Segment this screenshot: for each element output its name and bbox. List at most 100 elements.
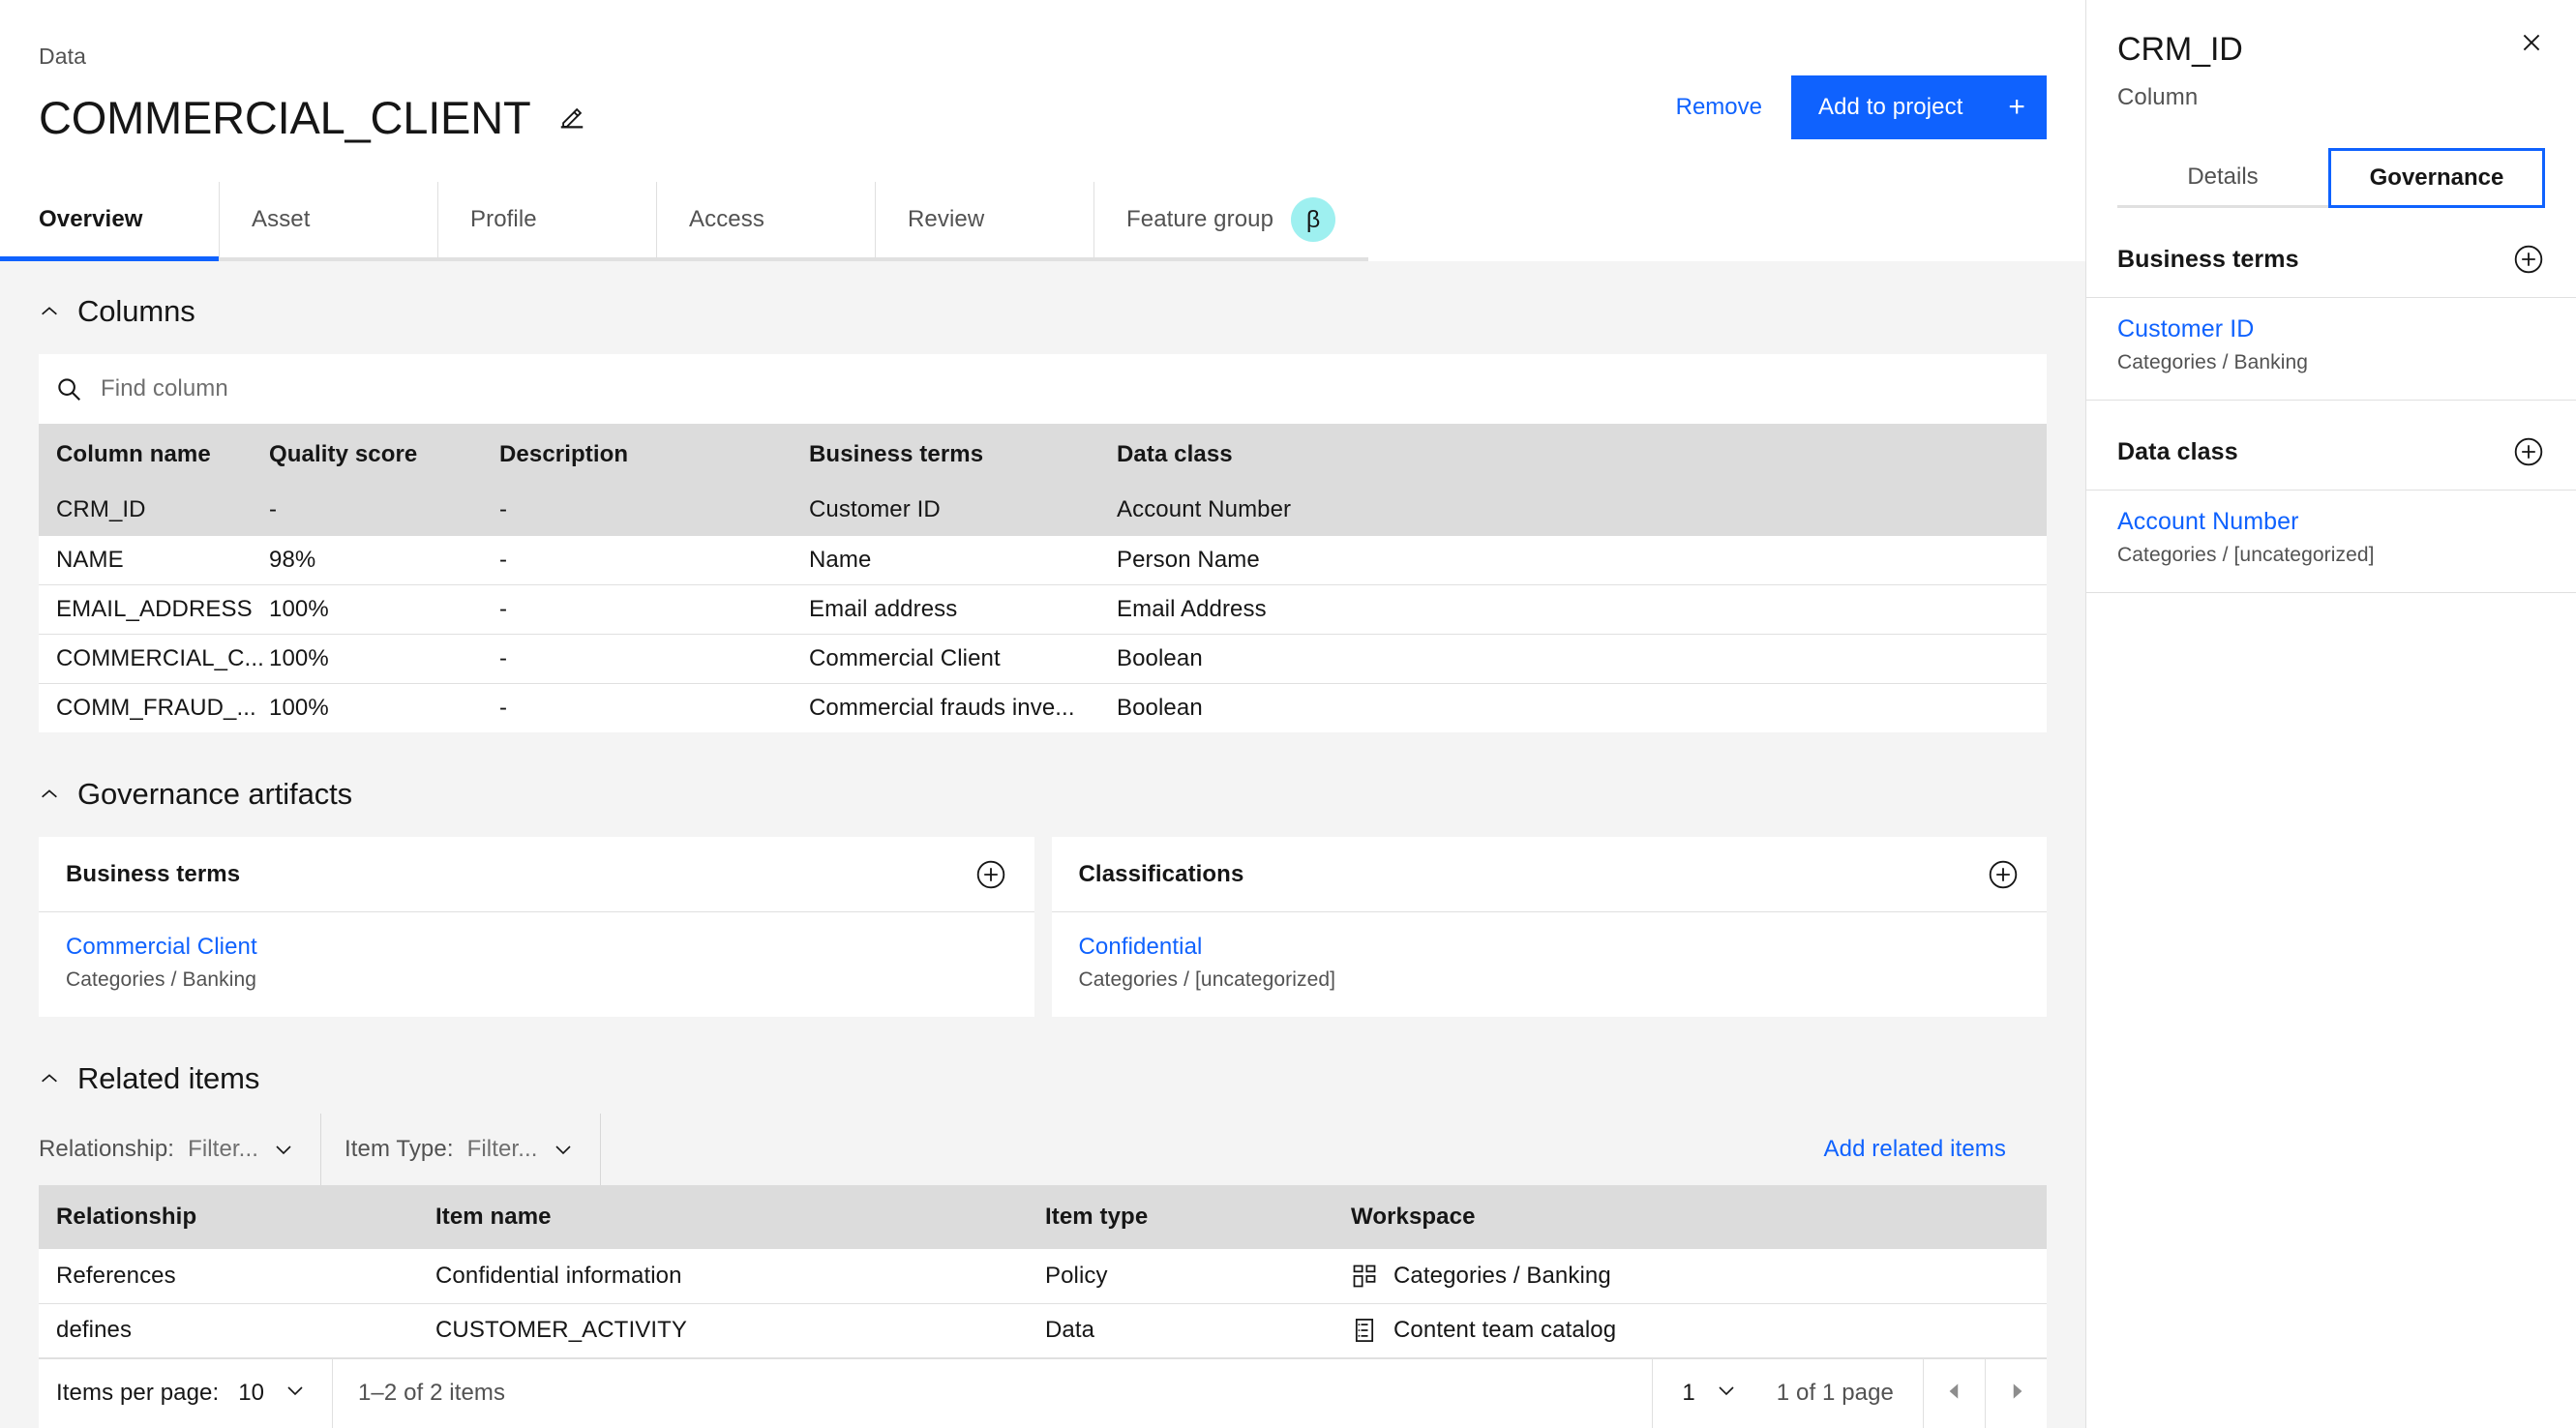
add-related-items-area: Add related items: [599, 1114, 2047, 1185]
col-header-column-name: Column name: [39, 424, 269, 486]
item-type-filter-label: Item Type:: [344, 1136, 454, 1162]
workspace-cell-content: Categories / Banking: [1351, 1263, 2047, 1290]
page-header: Data COMMERCIAL_CLIENT Remove Add to pro…: [0, 0, 2085, 182]
classification-link[interactable]: Confidential: [1079, 934, 2021, 961]
catalog-icon: [1351, 1317, 1378, 1344]
find-column-bar[interactable]: [39, 354, 2047, 424]
add-circle-icon[interactable]: [2512, 435, 2545, 468]
add-circle-icon[interactable]: [1987, 858, 2020, 891]
category-label: Categories: [2117, 351, 2217, 373]
governance-section-title: Governance artifacts: [77, 777, 353, 811]
related-items-table-head: Relationship Item name Item type Workspa…: [39, 1185, 2047, 1249]
remove-button[interactable]: Remove: [1647, 75, 1791, 139]
add-to-project-button[interactable]: Add to project +: [1791, 75, 2047, 139]
tab-overview[interactable]: Overview: [0, 182, 219, 261]
next-page-button[interactable]: [1985, 1358, 2047, 1428]
panel-tab-details[interactable]: Details: [2117, 148, 2328, 208]
table-row[interactable]: COMM_FRAUD_... 100% - Commercial frauds …: [39, 683, 2047, 732]
business-term-link[interactable]: Commercial Client: [66, 934, 1007, 961]
columns-table-head: Column name Quality score Description Bu…: [39, 424, 2047, 486]
tab-access-label: Access: [689, 206, 764, 232]
chevron-down-icon[interactable]: [284, 1379, 307, 1409]
chevron-down-icon[interactable]: [272, 1138, 295, 1161]
relationship-filter[interactable]: Relationship: Filter...: [39, 1114, 320, 1185]
related-items-filters: Relationship: Filter... Item Type: Filte…: [39, 1114, 2047, 1185]
chevron-up-icon[interactable]: [39, 784, 60, 805]
table-row[interactable]: CRM_ID - - Customer ID Account Number: [39, 486, 2047, 536]
rel-header-workspace: Workspace: [1351, 1185, 2047, 1249]
add-circle-icon[interactable]: [2512, 243, 2545, 276]
items-per-page-select[interactable]: 10: [238, 1379, 307, 1409]
panel-data-class-title: Data class: [2117, 437, 2238, 465]
main-tabs: Overview Asset Profile Access Review Fea…: [0, 182, 2085, 261]
cell-data-class: Account Number: [1117, 486, 2047, 536]
tab-asset[interactable]: Asset: [219, 182, 437, 261]
category-value: [uncategorized]: [2233, 544, 2375, 566]
related-items-table: Relationship Item name Item type Workspa…: [39, 1185, 2047, 1358]
tab-review[interactable]: Review: [875, 182, 1093, 261]
columns-header-row: Column name Quality score Description Bu…: [39, 424, 2047, 486]
page-select[interactable]: 1: [1652, 1358, 1766, 1428]
columns-section-title: Columns: [77, 294, 195, 328]
tab-review-label: Review: [908, 206, 985, 232]
plus-icon: +: [2008, 91, 2025, 123]
governance-section-header[interactable]: Governance artifacts: [0, 732, 2085, 837]
tab-access[interactable]: Access: [656, 182, 875, 261]
cell-business-terms: Commercial Client: [809, 634, 1117, 684]
classifications-card-title: Classifications: [1078, 860, 1244, 887]
find-column-input[interactable]: [101, 375, 2031, 402]
page-title: COMMERCIAL_CLIENT: [39, 91, 531, 143]
cell-business-terms: Commercial frauds inve...: [809, 683, 1117, 732]
previous-page-button[interactable]: [1923, 1358, 1985, 1428]
close-icon[interactable]: [2510, 21, 2553, 64]
classifications-card: Classifications Confidential Categories /…: [1051, 837, 2048, 1017]
related-items-table-body: References Confidential information Poli…: [39, 1249, 2047, 1358]
cell-item-name: CUSTOMER_ACTIVITY: [435, 1303, 1045, 1358]
related-items-section-header[interactable]: Related items: [0, 1017, 2085, 1114]
business-term-category: Categories / Banking: [66, 968, 1007, 992]
table-row[interactable]: EMAIL_ADDRESS 100% - Email address Email…: [39, 584, 2047, 635]
governance-cards: Business terms Commercial Client Categor…: [39, 837, 2047, 1017]
chevron-up-icon[interactable]: [39, 1068, 60, 1089]
chevron-down-icon[interactable]: [1715, 1379, 1738, 1409]
cell-data-class: Boolean: [1117, 683, 2047, 732]
table-row[interactable]: COMMERCIAL_C... 100% - Commercial Client…: [39, 634, 2047, 684]
cell-data-class: Person Name: [1117, 535, 2047, 585]
add-circle-icon[interactable]: [974, 858, 1007, 891]
columns-section-header[interactable]: Columns: [0, 261, 2085, 354]
table-row[interactable]: defines CUSTOMER_ACTIVITY Data Content t…: [39, 1303, 2047, 1358]
workspace-label: Content team catalog: [1393, 1317, 1617, 1343]
table-row[interactable]: References Confidential information Poli…: [39, 1249, 2047, 1304]
detail-panel: CRM_ID Column Details Governance Busines…: [2085, 0, 2576, 1428]
caret-left-icon: [1942, 1379, 1967, 1409]
business-terms-card: Business terms Commercial Client Categor…: [39, 837, 1034, 1017]
columns-table: Column name Quality score Description Bu…: [39, 424, 2047, 732]
relationship-filter-value: Filter...: [188, 1136, 258, 1162]
detail-panel-header: CRM_ID Column Details Governance: [2086, 0, 2576, 208]
workspace-cell-content: Content team catalog: [1351, 1317, 2047, 1344]
classifications-card-body: Confidential Categories / [uncategorized]: [1052, 912, 2048, 1017]
business-terms-card-header: Business terms: [39, 837, 1034, 912]
panel-tab-governance[interactable]: Governance: [2328, 148, 2545, 208]
cell-quality-score: 100%: [269, 584, 499, 635]
panel-business-term-link[interactable]: Customer ID: [2117, 315, 2545, 343]
cell-relationship: defines: [39, 1303, 435, 1358]
relationship-filter-label: Relationship:: [39, 1136, 175, 1162]
chevron-down-icon[interactable]: [552, 1138, 575, 1161]
tab-feature-group[interactable]: Feature group β: [1093, 182, 1369, 261]
business-terms-card-body: Commercial Client Categories / Banking: [39, 912, 1034, 1017]
cell-description: -: [499, 683, 809, 732]
panel-data-class-link[interactable]: Account Number: [2117, 508, 2545, 536]
add-related-items-label: Add related items: [1823, 1136, 2006, 1162]
cell-item-name: Confidential information: [435, 1249, 1045, 1304]
panel-data-class-header: Data class: [2086, 401, 2576, 490]
pencil-edit-icon[interactable]: [555, 102, 588, 134]
table-row[interactable]: NAME 98% - Name Person Name: [39, 535, 2047, 585]
add-related-items-button[interactable]: Add related items: [1823, 1136, 2041, 1174]
chevron-up-icon[interactable]: [39, 301, 60, 322]
tab-profile[interactable]: Profile: [437, 182, 656, 261]
category-separator: /: [2222, 544, 2229, 566]
item-type-filter[interactable]: Item Type: Filter...: [319, 1114, 600, 1185]
cell-quality-score: 100%: [269, 634, 499, 684]
category-label: Categories: [2117, 544, 2217, 566]
